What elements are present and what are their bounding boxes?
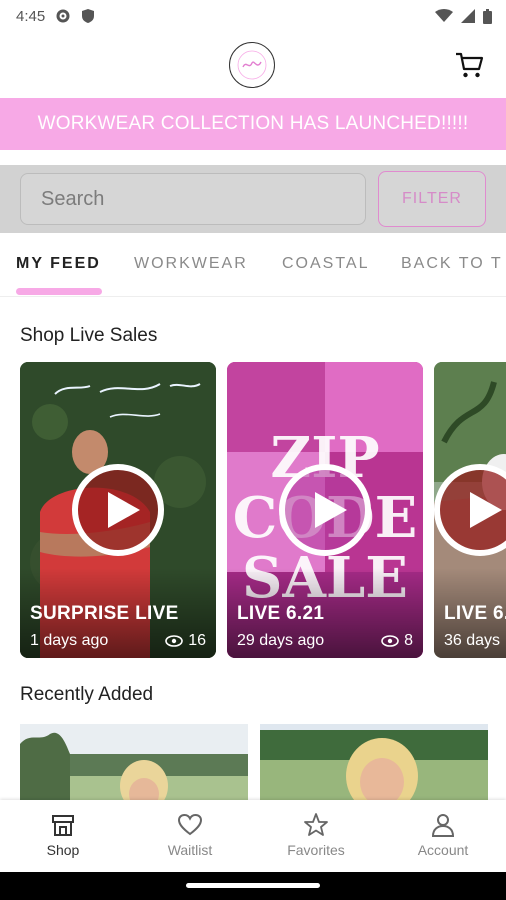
nav-favorites[interactable]: Favorites: [266, 810, 366, 868]
status-bar: 4:45: [0, 0, 506, 32]
system-gesture-bar: [0, 872, 506, 900]
category-tabs: MY FEED WORKWEAR COASTAL BACK TO T: [0, 238, 506, 297]
person-icon: [431, 814, 455, 837]
nav-label: Account: [417, 842, 469, 858]
eye-icon: [381, 635, 399, 647]
section-title-live-sales: Shop Live Sales: [20, 325, 158, 346]
live-title: SURPRISE LIVE: [30, 603, 179, 624]
filter-button[interactable]: FILTER: [378, 171, 486, 227]
product-image: [20, 724, 248, 804]
banner-text: WORKWEAR COLLECTION HAS LAUNCHED!!!!!: [37, 113, 469, 134]
product-thumbnail[interactable]: [260, 724, 488, 804]
tab-back-to[interactable]: BACK TO T: [401, 255, 503, 273]
live-title: LIVE 6.: [444, 603, 506, 624]
logo-script-icon: [237, 50, 267, 80]
live-age: 36 days: [444, 632, 501, 649]
app-header: [0, 32, 506, 98]
tab-coastal[interactable]: COASTAL: [282, 255, 370, 273]
live-sale-card[interactable]: LIVE 6. 36 days: [434, 362, 506, 658]
view-count-value: 16: [188, 632, 206, 649]
view-count: 8: [381, 632, 413, 650]
product-image: [260, 724, 488, 804]
live-age: 29 days ago: [237, 632, 325, 649]
cart-icon[interactable]: [454, 50, 484, 80]
nav-label: Waitlist: [167, 842, 213, 858]
nav-label: Shop: [46, 842, 80, 858]
filter-label: FILTER: [402, 190, 462, 207]
live-title: LIVE 6.21: [237, 603, 325, 624]
nav-account[interactable]: Account: [393, 810, 493, 868]
search-input[interactable]: [20, 173, 366, 225]
brand-logo[interactable]: [229, 42, 275, 88]
announcement-banner[interactable]: WORKWEAR COLLECTION HAS LAUNCHED!!!!!: [0, 98, 506, 150]
battery-icon: [483, 8, 492, 24]
section-title-recently-added: Recently Added: [20, 684, 154, 705]
star-icon: [304, 813, 328, 836]
live-sale-card[interactable]: ZIP CODE SALE LIVE 6.21 29 days ago 8: [227, 362, 423, 658]
settings-icon: [56, 9, 70, 23]
play-icon: [470, 492, 502, 528]
view-count: 16: [165, 632, 206, 650]
play-button[interactable]: [72, 464, 164, 556]
view-count-value: 8: [404, 632, 413, 649]
live-sale-card[interactable]: SURPRISE LIVE 1 days ago 16: [20, 362, 216, 658]
product-thumbnail[interactable]: [20, 724, 248, 804]
wifi-icon: [435, 9, 453, 22]
live-age: 1 days ago: [30, 632, 109, 649]
shield-icon: [82, 9, 95, 23]
tab-my-feed[interactable]: MY FEED: [16, 255, 101, 273]
status-time: 4:45: [16, 7, 46, 25]
nav-label: Favorites: [287, 842, 345, 858]
play-icon: [315, 492, 347, 528]
nav-shop[interactable]: Shop: [13, 810, 113, 868]
live-sales-carousel: SURPRISE LIVE 1 days ago 16 ZIP CODE SAL…: [20, 362, 506, 658]
home-gesture-handle[interactable]: [186, 883, 320, 888]
signal-icon: [461, 9, 475, 23]
heart-icon: [177, 813, 203, 836]
nav-waitlist[interactable]: Waitlist: [140, 810, 240, 868]
play-button[interactable]: [279, 464, 371, 556]
play-icon: [108, 492, 140, 528]
eye-icon: [165, 635, 184, 647]
tab-workwear[interactable]: WORKWEAR: [134, 255, 248, 273]
search-bar: FILTER: [0, 165, 506, 233]
active-tab-indicator: [16, 288, 102, 295]
store-icon: [52, 815, 74, 836]
bottom-navigation: Shop Waitlist Favorites Account: [0, 800, 506, 872]
